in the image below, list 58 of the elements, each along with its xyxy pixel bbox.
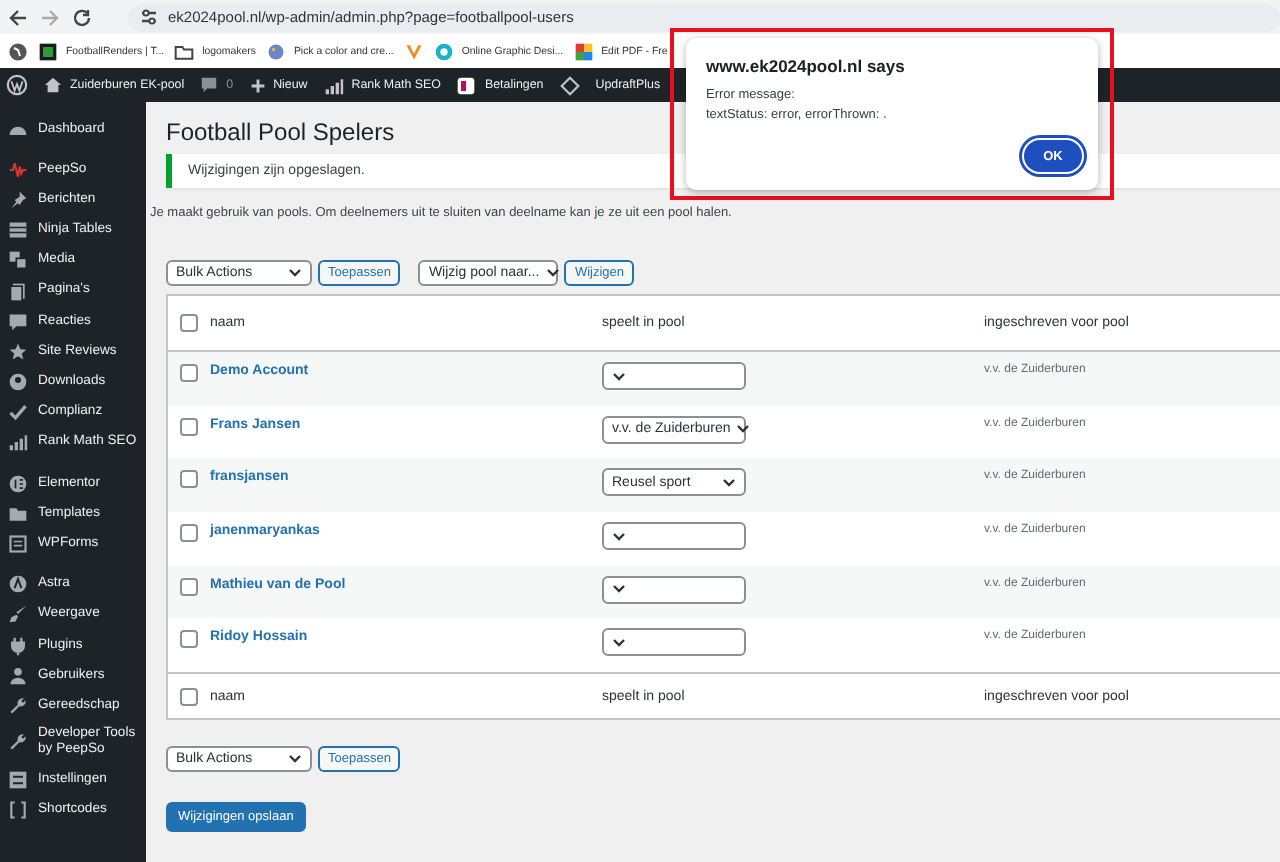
- wrench-icon: [8, 695, 28, 716]
- form-icon: [8, 534, 28, 555]
- checkbox[interactable]: [180, 630, 198, 649]
- payment-logo-icon: [456, 75, 477, 95]
- wrench-icon: [8, 732, 28, 753]
- user-circle-icon: [8, 372, 28, 393]
- media-icon: [8, 250, 28, 271]
- caret-icon: [612, 371, 626, 381]
- star-icon: [8, 341, 28, 362]
- checkbox[interactable]: [180, 470, 198, 489]
- speech-bubble-icon: [8, 311, 28, 332]
- globe-icon[interactable]: [8, 41, 28, 61]
- checkbox[interactable]: [180, 314, 198, 332]
- brush-icon: [8, 604, 28, 625]
- plus-icon: [249, 77, 266, 93]
- letter-logo-icon: [8, 574, 28, 595]
- checkmark-icon: [8, 402, 28, 423]
- page-title: Football Pool Spelers: [166, 118, 397, 146]
- checkbox[interactable]: [180, 524, 198, 543]
- caret-icon: [288, 754, 302, 765]
- checkbox[interactable]: [180, 577, 198, 596]
- square-logo-icon: [38, 41, 58, 61]
- folder-icon: [8, 503, 28, 524]
- plug-icon: [8, 635, 28, 656]
- caret-icon: [722, 477, 736, 488]
- caret-icon: [612, 531, 626, 542]
- pool-select[interactable]: [602, 575, 746, 604]
- pin-icon: [8, 189, 28, 210]
- caret-icon: [288, 268, 302, 278]
- diamond-icon[interactable]: [559, 75, 580, 95]
- pool-select[interactable]: [602, 522, 746, 551]
- bar-chart-icon: [8, 432, 28, 453]
- person-icon: [8, 665, 28, 686]
- wordpress-logo-icon[interactable]: [6, 74, 28, 96]
- home-icon: [44, 76, 62, 94]
- pool-select[interactable]: [602, 362, 746, 390]
- pages-icon: [8, 281, 28, 302]
- caret-icon: [612, 637, 626, 648]
- brackets-icon: [8, 799, 28, 820]
- bar-chart-icon: [323, 75, 344, 95]
- checkbox[interactable]: [180, 417, 198, 436]
- circle-logo-icon: [8, 473, 28, 494]
- caret-icon: [545, 268, 560, 278]
- checkbox[interactable]: [180, 687, 198, 706]
- forward-icon[interactable]: [40, 7, 60, 27]
- pool-select[interactable]: [602, 628, 746, 657]
- folder-icon: [174, 41, 195, 61]
- colored-grid-icon: [573, 41, 594, 61]
- wave-icon: [8, 159, 28, 180]
- table-icon: [8, 220, 28, 241]
- dialog-title: www.ek2024pool.nl says: [706, 56, 907, 76]
- checkbox[interactable]: [180, 364, 198, 382]
- v-logo-icon: [403, 41, 424, 61]
- back-icon[interactable]: [8, 7, 28, 27]
- caret-icon: [736, 424, 751, 435]
- reload-icon[interactable]: [72, 7, 92, 27]
- caret-icon: [612, 584, 626, 595]
- speech-bubble-icon[interactable]: [200, 76, 219, 94]
